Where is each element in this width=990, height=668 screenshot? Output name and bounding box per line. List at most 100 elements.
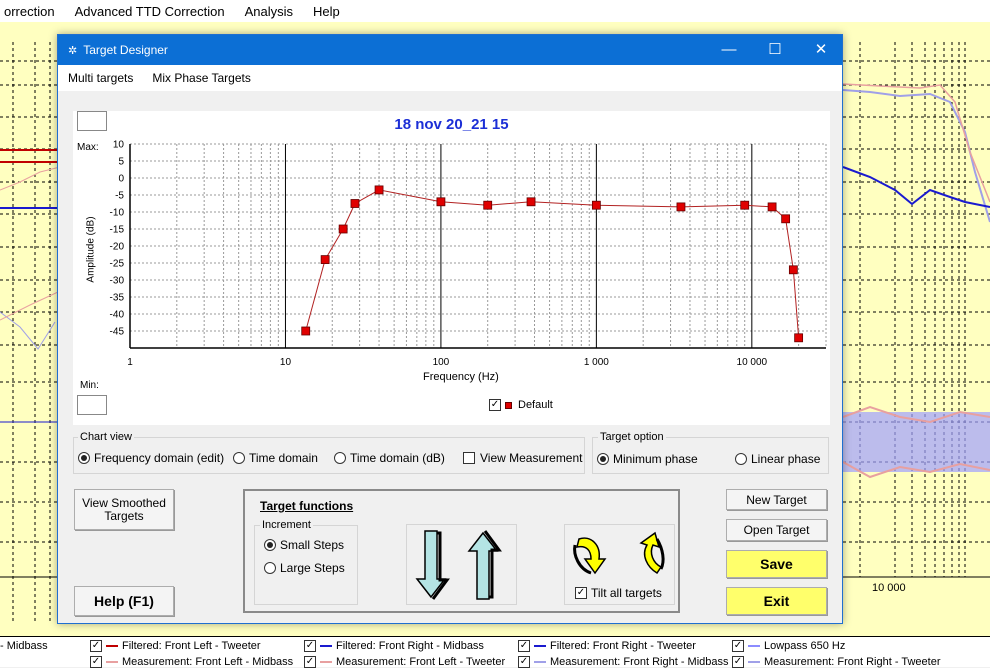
- data-point-marker[interactable]: [794, 333, 804, 343]
- legend-item[interactable]: ✓ Lowpass 650 Hz: [732, 640, 845, 652]
- legend-label: - Midbass: [0, 640, 48, 652]
- checkbox-label: View Measurement: [480, 451, 583, 465]
- button-label: Save: [760, 556, 793, 572]
- y-tick-label: -5: [115, 191, 124, 202]
- data-point-marker[interactable]: [740, 200, 750, 210]
- open-target-button[interactable]: Open Target: [726, 519, 827, 541]
- menu-mix-phase-targets[interactable]: Mix Phase Targets: [152, 71, 251, 85]
- data-point-marker[interactable]: [338, 224, 348, 234]
- data-point-marker[interactable]: [591, 200, 601, 210]
- radio-frequency-domain[interactable]: Frequency domain (edit): [78, 451, 224, 465]
- radio-button[interactable]: [264, 562, 276, 574]
- data-point-marker[interactable]: [483, 200, 493, 210]
- tilt-all-targets-checkbox[interactable]: ✓ Tilt all targets: [575, 586, 662, 600]
- maximize-icon[interactable]: ☐: [752, 35, 798, 65]
- data-point-marker[interactable]: [526, 197, 536, 207]
- legend-item[interactable]: ✓ Measurement: Front Right - Midbass: [518, 656, 729, 668]
- dialog-titlebar[interactable]: ✲ Target Designer — ☐ ✕: [58, 35, 842, 65]
- radio-button[interactable]: [735, 453, 747, 465]
- view-smoothed-targets-button[interactable]: View Smoothed Targets: [74, 489, 174, 530]
- legend-default-label: Default: [518, 399, 553, 411]
- legend-swatch: [106, 645, 118, 647]
- radio-button[interactable]: [78, 452, 90, 464]
- increment-label: Increment: [260, 519, 313, 531]
- legend-checkbox[interactable]: ✓: [518, 640, 530, 652]
- radio-label: Time domain (dB): [350, 451, 445, 465]
- legend-item[interactable]: ✓ Filtered: Front Right - Tweeter: [518, 640, 696, 652]
- target-chart-plot[interactable]: 10 5 0 -5 -10 -15 -20 -25 -30 -35 -40 -45 1 10 100 1 00…: [73, 111, 830, 425]
- radio-button[interactable]: [233, 452, 245, 464]
- radio-button[interactable]: [597, 453, 609, 465]
- legend-label: Lowpass 650 Hz: [764, 640, 846, 652]
- save-button[interactable]: Save: [726, 550, 827, 578]
- legend-item[interactable]: ✓ Measurement: Front Left - Midbass: [90, 656, 293, 668]
- view-measurement-checkbox[interactable]: View Measurement: [463, 451, 583, 465]
- data-point-marker[interactable]: [767, 202, 777, 212]
- data-point-marker[interactable]: [788, 265, 798, 275]
- radio-label: Minimum phase: [613, 452, 698, 466]
- target-chart-panel: 18 nov 20_21 15 Max: Min: Amplitude (dB)…: [73, 111, 830, 425]
- y-tick-label: -10: [110, 208, 125, 219]
- legend-checkbox[interactable]: ✓: [732, 640, 744, 652]
- radio-time-domain-db[interactable]: Time domain (dB): [334, 451, 445, 465]
- radio-button[interactable]: [334, 452, 346, 464]
- minimize-icon[interactable]: —: [706, 35, 752, 65]
- close-icon[interactable]: ✕: [798, 35, 844, 65]
- menu-multi-targets[interactable]: Multi targets: [68, 71, 133, 85]
- y-tick-label: 10: [113, 140, 125, 151]
- menu-advanced-ttd-correction[interactable]: Advanced TTD Correction: [65, 4, 235, 19]
- radio-small-steps[interactable]: Small Steps: [264, 538, 344, 552]
- legend-label: Filtered: Front Right - Tweeter: [550, 640, 696, 652]
- radio-button[interactable]: [264, 539, 276, 551]
- checkbox[interactable]: [463, 452, 475, 464]
- legend-checkbox[interactable]: ✓: [732, 656, 744, 668]
- exit-button[interactable]: Exit: [726, 587, 827, 615]
- x-tick-label: 10 000: [737, 357, 768, 368]
- y-tick-label: -40: [110, 310, 125, 321]
- data-point-marker[interactable]: [781, 214, 791, 224]
- x-tick-label: 10: [280, 357, 292, 368]
- checkbox[interactable]: ✓: [575, 587, 587, 599]
- legend-checkbox[interactable]: ✓: [90, 640, 102, 652]
- legend-item[interactable]: - Midbass: [0, 640, 48, 652]
- help-button[interactable]: Help (F1): [74, 586, 174, 616]
- data-point-marker[interactable]: [350, 199, 360, 208]
- arrow-up-icon[interactable]: [467, 530, 502, 600]
- legend-checkbox[interactable]: ✓: [90, 656, 102, 668]
- data-point-marker[interactable]: [676, 202, 686, 212]
- menu-correction[interactable]: orrection: [0, 4, 65, 19]
- button-label: View Smoothed Targets: [82, 495, 166, 523]
- new-target-button[interactable]: New Target: [726, 489, 827, 510]
- rotate-counterclockwise-icon[interactable]: [639, 531, 665, 575]
- legend-default-checkbox[interactable]: ✓: [489, 399, 501, 411]
- app-menu-bar: orrection Advanced TTD Correction Analys…: [0, 0, 990, 22]
- data-point-marker[interactable]: [374, 185, 384, 195]
- legend-label: Measurement: Front Right - Tweeter: [764, 656, 941, 668]
- arrow-down-icon[interactable]: [415, 530, 450, 600]
- menu-analysis[interactable]: Analysis: [235, 4, 303, 19]
- legend-item[interactable]: ✓ Filtered: Front Left - Tweeter: [90, 640, 261, 652]
- radio-minimum-phase[interactable]: Minimum phase: [597, 452, 698, 466]
- data-point-marker[interactable]: [436, 197, 446, 207]
- legend-label: Measurement: Front Left - Midbass: [122, 656, 294, 668]
- legend-checkbox[interactable]: ✓: [304, 656, 316, 668]
- legend-item[interactable]: ✓ Measurement: Front Right - Tweeter: [732, 656, 940, 668]
- menu-help[interactable]: Help: [303, 4, 350, 19]
- legend-label: Filtered: Front Right - Midbass: [336, 640, 484, 652]
- legend-checkbox[interactable]: ✓: [518, 656, 530, 668]
- radio-time-domain[interactable]: Time domain: [233, 451, 318, 465]
- button-label: Exit: [763, 593, 790, 609]
- shift-arrows: [415, 530, 502, 600]
- chart-view-label: Chart view: [78, 431, 134, 443]
- data-point-marker[interactable]: [301, 326, 311, 336]
- data-point-marker[interactable]: [320, 255, 330, 265]
- radio-linear-phase[interactable]: Linear phase: [735, 452, 820, 466]
- legend-bar: - Midbass ✓ Filtered: Front Left - Tweet…: [0, 636, 990, 668]
- rotate-clockwise-icon[interactable]: [573, 537, 607, 575]
- target-functions-title: Target functions: [260, 499, 354, 513]
- radio-large-steps[interactable]: Large Steps: [264, 561, 345, 575]
- legend-item[interactable]: ✓ Filtered: Front Right - Midbass: [304, 640, 484, 652]
- checkbox-label: Tilt all targets: [591, 586, 662, 600]
- legend-checkbox[interactable]: ✓: [304, 640, 316, 652]
- legend-item[interactable]: ✓ Measurement: Front Left - Tweeter: [304, 656, 505, 668]
